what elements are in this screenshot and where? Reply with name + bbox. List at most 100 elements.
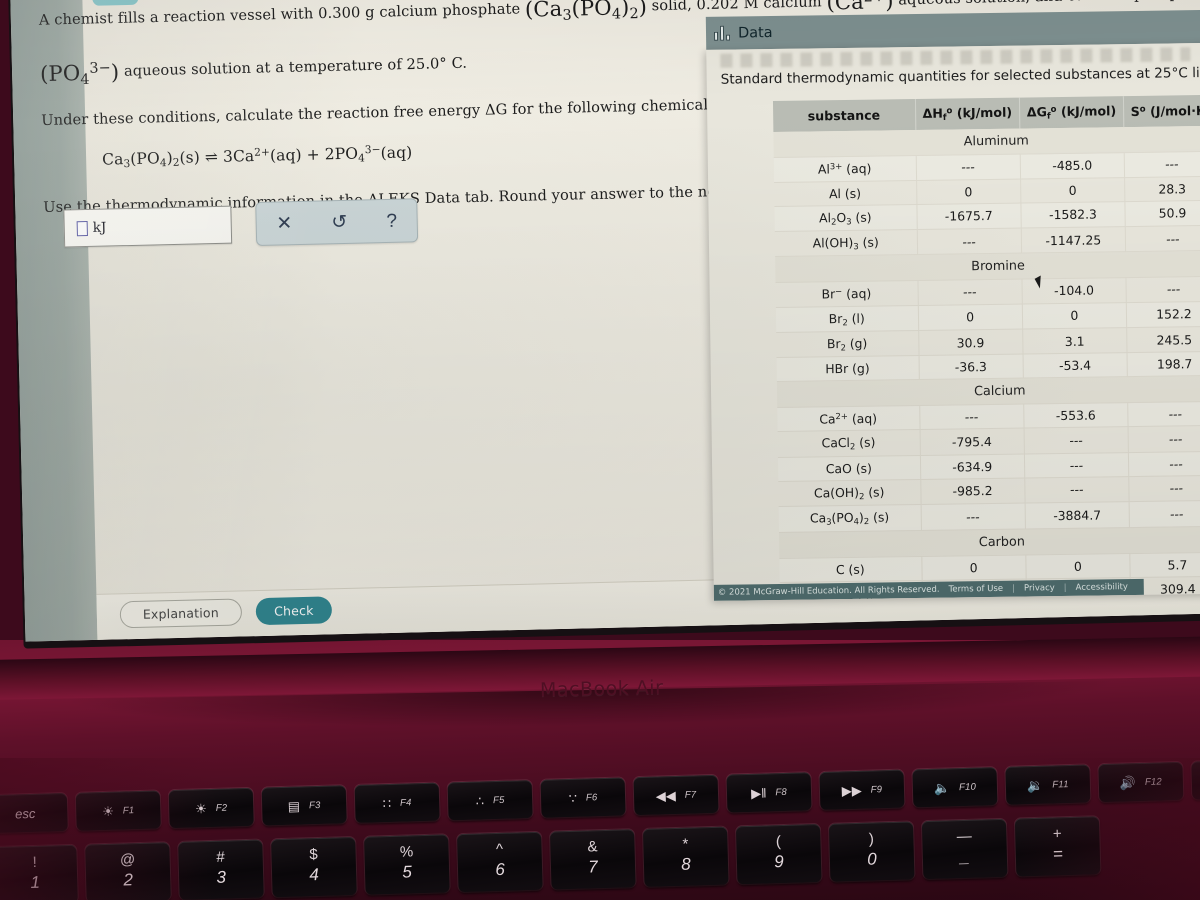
undo-button[interactable]: ↺ [331, 211, 347, 232]
key-label: _ [959, 846, 970, 866]
cell-entropy: 28.3 [1124, 175, 1200, 202]
cell-enthalpy: --- [916, 228, 1022, 255]
cell-gibbs: -1147.25 [1021, 226, 1126, 254]
question-text-d: aqueous solution at a temperature of 25.… [123, 54, 468, 80]
clear-button[interactable]: ✕ [276, 213, 292, 234]
check-button[interactable]: Check [255, 596, 333, 626]
key-=[interactable]: + = [1014, 816, 1101, 877]
formula-phosphate-ion: (PO43−) [39, 58, 120, 88]
question-text-a: A chemist fills a reaction vessel with 0… [38, 0, 521, 29]
cell-substance: Al2O3 (s) [774, 204, 917, 232]
f4-icon: ∷ [382, 795, 392, 811]
key-f12[interactable]: 🔊 F12 [1098, 761, 1184, 803]
cell-enthalpy: --- [917, 279, 1023, 306]
key-f7[interactable]: ◀◀ F7 [633, 774, 719, 816]
key-f3[interactable]: ▤ F3 [261, 785, 347, 826]
cell-substance: Al(OH)3 (s) [774, 229, 918, 257]
key-shift-label: ) [868, 830, 875, 848]
key-f5[interactable]: ∴ F5 [447, 780, 533, 821]
f6-icon: ∵ [568, 790, 578, 806]
cell-entropy: --- [1127, 425, 1200, 453]
chevron-down-glyph: ˅ [110, 0, 120, 3]
cell-enthalpy: -634.9 [919, 453, 1025, 480]
data-tab-body: Standard thermodynamic quantities for se… [706, 42, 1200, 601]
table-body: Aluminum Al3+ (aq) --- -485.0 --- Al (s) 0 0 28.… [773, 126, 1200, 601]
laptop-screen-assembly: ˅ A chemist fills a reaction vessel with… [0, 0, 1200, 664]
cell-gibbs: -485.0 [1020, 152, 1125, 179]
key-6[interactable]: ^ 6 [457, 831, 543, 893]
col-entropy: So (J/mol·K) [1123, 94, 1200, 128]
cell-entropy: 50.9 [1124, 199, 1200, 227]
key-shift-label: @ [119, 850, 136, 869]
key-f11[interactable]: 🔉 F11 [1005, 764, 1091, 805]
key-_[interactable]: — _ [921, 818, 1008, 880]
f9-icon: ▶▶ [841, 782, 862, 798]
cell-enthalpy: -1675.7 [916, 202, 1022, 230]
bar-chart-icon [713, 25, 731, 41]
cell-entropy: --- [1128, 451, 1200, 477]
explanation-button[interactable]: Explanation [119, 598, 243, 629]
accessibility-link[interactable]: Accessibility [1076, 582, 1128, 593]
key-shift-label: ! [32, 853, 37, 871]
key-f1[interactable]: ☀ F1 [75, 790, 161, 831]
key-0[interactable]: ) 0 [828, 821, 915, 882]
f5-icon: ∴ [475, 792, 485, 809]
f1-icon: ☀ [101, 803, 115, 819]
key-label: 8 [680, 854, 691, 874]
key-label: 2 [123, 869, 134, 889]
key-1[interactable]: ! 1 [0, 844, 78, 900]
key-f6[interactable]: ∵ F6 [540, 777, 626, 818]
f3-icon: ▤ [287, 798, 301, 814]
cell-gibbs: 0 [1025, 553, 1131, 579]
key-label: 0 [866, 848, 877, 869]
key-f2[interactable]: ☀ F2 [168, 787, 254, 829]
f2-icon: ☀ [194, 800, 208, 816]
key-f10[interactable]: 🔈 F10 [912, 767, 998, 808]
key-8[interactable]: * 8 [642, 826, 729, 887]
key-label: F11 [1052, 778, 1069, 790]
data-subtitle: Standard thermodynamic quantities for se… [720, 64, 1200, 88]
key-f9[interactable]: ▶▶ F9 [819, 769, 905, 810]
cell-enthalpy: -985.2 [920, 477, 1025, 505]
col-enthalpy: ΔHfo (kJ/mol) [914, 97, 1020, 131]
answer-input[interactable]: kJ [63, 205, 233, 248]
key-shift-label: * [682, 835, 689, 853]
cell-enthalpy: 0 [916, 178, 1021, 205]
cell-substance: Br− (aq) [775, 280, 918, 308]
key-power[interactable]: ⏻ [1191, 759, 1200, 800]
f11-icon: 🔉 [1026, 777, 1044, 793]
key-2[interactable]: @2 [85, 842, 171, 900]
cell-entropy: --- [1127, 401, 1200, 428]
key-f8[interactable]: ▶‖ F8 [726, 772, 812, 813]
key-label: F10 [958, 781, 977, 793]
cell-enthalpy: 0 [917, 303, 1023, 331]
cell-substance: Al (s) [774, 180, 917, 207]
answer-input-caret [76, 220, 88, 236]
key-5[interactable]: % 5 [364, 834, 450, 895]
key-label: F1 [122, 804, 135, 816]
question-paragraph-1: A chemist fills a reaction vessel with 0… [38, 0, 1200, 40]
terms-of-use-link[interactable]: Terms of Use [949, 584, 1004, 595]
key-label: F2 [215, 802, 228, 814]
formula-calcium-phosphate: (Ca3(PO4)2) [524, 0, 648, 24]
cell-substance: HBr (g) [776, 355, 919, 382]
privacy-link[interactable]: Privacy [1024, 583, 1055, 593]
cell-substance: Ca(OH)2 (s) [778, 479, 921, 507]
cell-gibbs: -53.4 [1022, 352, 1128, 379]
help-button[interactable]: ? [386, 210, 397, 231]
answer-unit-label: kJ [92, 219, 107, 236]
cell-substance: CaO (s) [777, 455, 921, 482]
cell-gibbs: -553.6 [1023, 402, 1128, 429]
key-3[interactable]: #3 [178, 839, 264, 900]
cell-gibbs: 0 [1020, 177, 1125, 203]
col-gibbs: ΔGfo (kJ/mol) [1019, 96, 1124, 129]
cell-gibbs: --- [1023, 427, 1129, 454]
key-7[interactable]: & 7 [550, 829, 636, 890]
key-4[interactable]: $4 [271, 836, 357, 898]
key-shift-label: ^ [495, 840, 504, 858]
key-9[interactable]: (9 [735, 823, 822, 885]
key-shift-label: ( [775, 832, 782, 850]
chemical-equation: Ca3(PO4)2(s) ⇌ 3Ca2+(aq) + 2PO43−(aq) [101, 143, 413, 171]
key-esc[interactable]: esc [0, 793, 68, 834]
key-f4[interactable]: ∷ F4 [354, 782, 440, 823]
